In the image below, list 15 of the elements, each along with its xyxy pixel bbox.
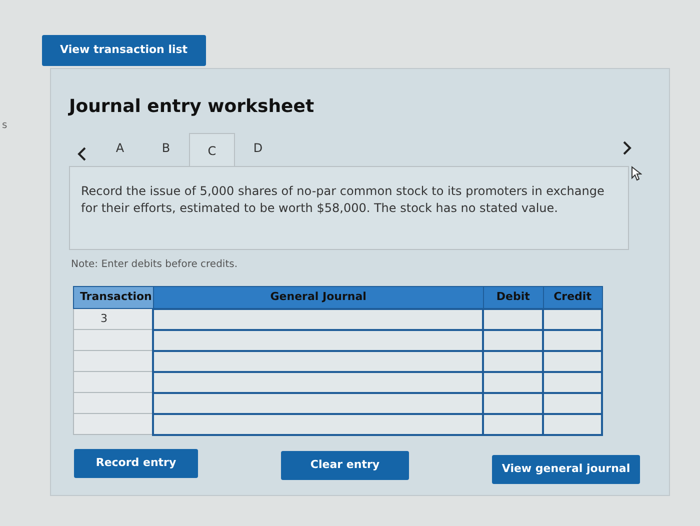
transaction-number: 3 — [100, 310, 108, 327]
instruction-text: Record the issue of 5,000 shares of no-par common stock to its promoters in exchange for their efforts, estimated to be worth $58,000. The stock has no stated value. — [69, 166, 629, 250]
tab[interactable]: C — [189, 133, 235, 167]
view-general-journal-button[interactable]: View general journal — [492, 454, 640, 484]
tab[interactable]: A — [97, 134, 143, 162]
tab[interactable]: B — [143, 134, 189, 162]
mouse-cursor-icon — [631, 166, 642, 181]
tab[interactable]: D — [235, 134, 281, 162]
note-text: Note: Enter debits before credits. — [71, 258, 239, 272]
view-transaction-list-button[interactable]: View transaction list — [42, 35, 206, 66]
cut-off-text: s — [2, 119, 8, 133]
record-entry-button[interactable]: Record entry — [74, 448, 198, 478]
clear-entry-button[interactable]: Clear entry — [281, 450, 409, 480]
column-header: Transaction — [74, 286, 154, 308]
worksheet-title: Journal entry worksheet — [69, 95, 316, 119]
